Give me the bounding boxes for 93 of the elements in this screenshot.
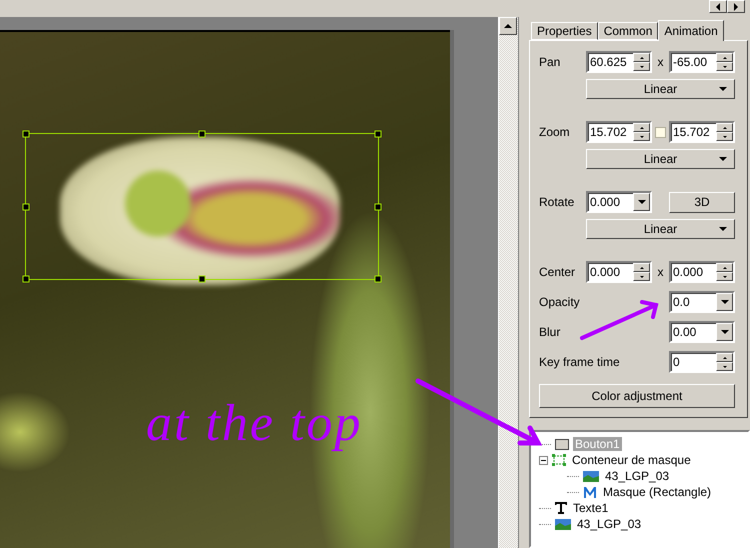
image-icon xyxy=(555,518,571,530)
field-label: Zoom xyxy=(539,125,571,139)
caret-down-icon xyxy=(719,87,727,91)
ok-button-icon xyxy=(555,438,569,450)
arrow-right-icon xyxy=(734,2,738,10)
spin-down-button[interactable] xyxy=(633,132,650,141)
resize-handle[interactable] xyxy=(198,276,206,282)
field-label: Pan xyxy=(539,55,562,69)
tree-item[interactable]: Conteneur de masque xyxy=(570,453,693,467)
caret-down-icon xyxy=(722,366,726,368)
tree-item[interactable]: 43_LGP_03 xyxy=(575,517,644,531)
spin-down-button[interactable] xyxy=(633,272,650,281)
caret-down-icon xyxy=(722,66,726,68)
number-spinner[interactable]: 0 xyxy=(669,351,735,373)
spin-up-button[interactable] xyxy=(716,53,733,62)
tab[interactable]: Properties xyxy=(531,22,598,40)
mask-icon xyxy=(583,486,597,498)
spin-up-button[interactable] xyxy=(633,53,650,62)
caret-down-icon xyxy=(719,227,727,231)
resize-handle[interactable] xyxy=(374,203,382,210)
interpolation-dropdown[interactable]: Linear xyxy=(586,149,735,169)
container-icon xyxy=(552,454,566,466)
caret-down-icon xyxy=(719,157,727,161)
number-spinner[interactable]: 0.000 xyxy=(586,261,652,283)
combo-box[interactable]: 0.000 xyxy=(586,191,652,213)
arrow-up-icon xyxy=(640,266,644,268)
field-label: Key frame time xyxy=(539,355,621,369)
caret-down-icon xyxy=(640,276,644,278)
selection-frame[interactable] xyxy=(25,133,379,280)
separator-label: x xyxy=(658,265,664,279)
number-spinner[interactable]: -65.00 xyxy=(669,51,735,73)
number-spinner[interactable]: 0.000 xyxy=(669,261,735,283)
interpolation-dropdown[interactable]: Linear xyxy=(586,219,735,239)
dropdown-button[interactable] xyxy=(716,293,733,311)
color-adjustment-button[interactable]: Color adjustment xyxy=(539,384,735,408)
resize-handle[interactable] xyxy=(374,276,382,282)
arrow-up-icon xyxy=(722,356,726,358)
spin-up-button[interactable] xyxy=(633,263,650,272)
spin-up-button[interactable] xyxy=(716,353,733,362)
caret-down-icon xyxy=(640,136,644,138)
spin-up-button[interactable] xyxy=(633,123,650,132)
spin-up-button[interactable] xyxy=(716,263,733,272)
scroll-left-button[interactable] xyxy=(709,0,727,13)
resize-handle[interactable] xyxy=(22,130,30,138)
field-label: Rotate xyxy=(539,195,576,209)
caret-down-icon xyxy=(638,200,646,204)
arrow-up-icon xyxy=(640,126,644,128)
spin-down-button[interactable] xyxy=(716,62,733,71)
spin-down-button[interactable] xyxy=(633,62,650,71)
spin-down-button[interactable] xyxy=(716,132,733,141)
tab[interactable]: Common xyxy=(598,22,658,40)
arrow-up-icon xyxy=(722,266,726,268)
image-icon xyxy=(583,470,599,482)
arrow-up-icon xyxy=(504,24,512,28)
annotation-text: at the top xyxy=(146,394,362,453)
resize-handle[interactable] xyxy=(22,276,30,282)
arrow-left-icon xyxy=(716,2,720,10)
arrow-up-icon xyxy=(640,56,644,58)
spin-down-button[interactable] xyxy=(716,362,733,371)
combo-box[interactable]: 0.0 xyxy=(669,291,735,313)
spin-down-button[interactable] xyxy=(716,272,733,281)
text-icon xyxy=(555,502,567,514)
separator-label: x xyxy=(658,55,664,69)
arrow-up-icon xyxy=(722,126,726,128)
arrow-up-icon xyxy=(722,56,726,58)
dropdown-button[interactable] xyxy=(716,323,733,341)
caret-down-icon xyxy=(640,66,644,68)
resize-handle[interactable] xyxy=(374,130,382,138)
tab[interactable]: Animation xyxy=(658,20,724,41)
number-spinner[interactable]: 15.702 xyxy=(586,121,652,143)
combo-box[interactable]: 0.00 xyxy=(669,321,735,343)
tree-item[interactable]: 43_LGP_03 xyxy=(603,469,672,483)
scroll-up-button[interactable] xyxy=(499,17,517,35)
field-label: Center xyxy=(539,265,576,279)
caret-down-icon xyxy=(722,276,726,278)
number-spinner[interactable]: 60.625 xyxy=(586,51,652,73)
caret-down-icon xyxy=(720,300,728,304)
number-spinner[interactable]: 15.702 xyxy=(669,121,735,143)
field-label: Opacity xyxy=(539,295,581,309)
caret-down-icon xyxy=(720,330,728,334)
scroll-right-button[interactable] xyxy=(727,0,745,13)
caret-down-icon xyxy=(722,136,726,138)
spin-up-button[interactable] xyxy=(716,123,733,132)
collapse-toggle[interactable] xyxy=(539,456,548,464)
dropdown-button[interactable] xyxy=(633,193,650,211)
resize-handle[interactable] xyxy=(22,203,30,210)
3d-button[interactable]: 3D xyxy=(669,192,735,212)
tree-item[interactable]: Masque (Rectangle) xyxy=(601,485,714,499)
interpolation-dropdown[interactable]: Linear xyxy=(586,79,735,99)
field-label: Blur xyxy=(539,325,562,339)
tree-item[interactable]: Texte1 xyxy=(571,501,610,515)
link-checkbox[interactable] xyxy=(655,126,666,138)
resize-handle[interactable] xyxy=(198,130,206,138)
